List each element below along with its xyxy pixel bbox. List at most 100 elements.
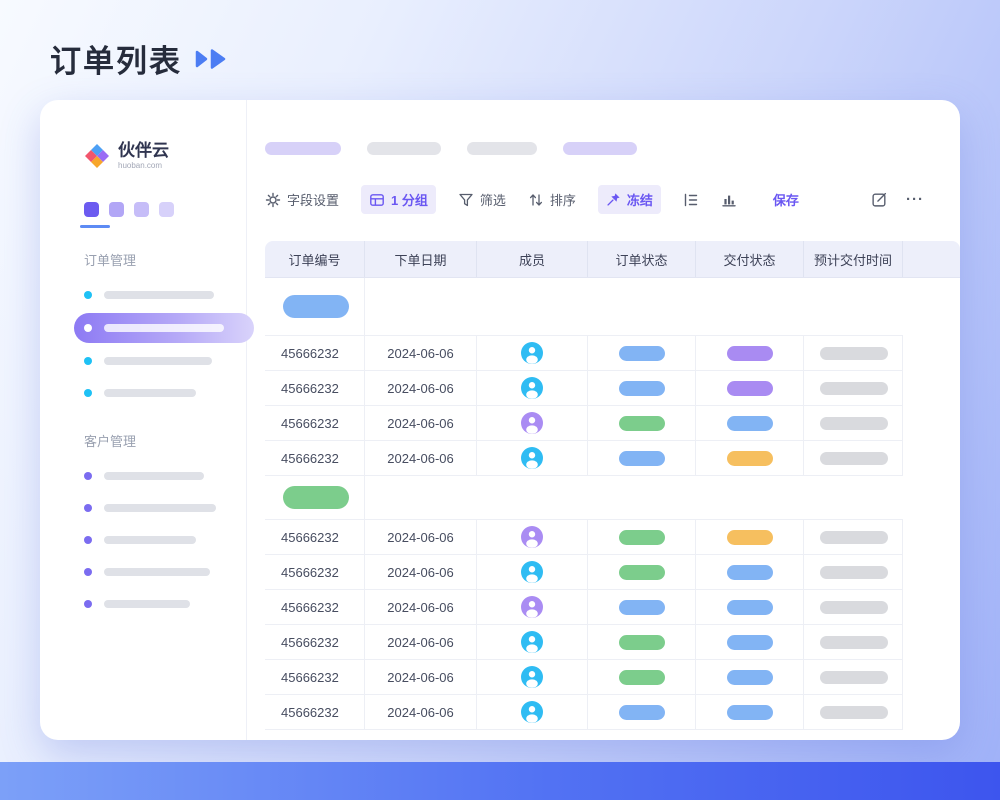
eta-skeleton-pill [820,347,888,360]
workspace-swatch-2[interactable] [109,202,124,217]
table-row[interactable]: 456662322024-06-06 [265,441,903,476]
group-label-pill[interactable] [283,486,349,509]
eta-skeleton-pill [820,531,888,544]
order-status-cell [588,555,696,589]
sidebar-item[interactable] [70,279,226,311]
table-row[interactable]: 456662322024-06-06 [265,590,903,625]
table-body: 456662322024-06-06456662322024-06-064566… [265,278,960,730]
column-header[interactable]: 下单日期 [365,241,477,277]
skeleton-text [104,568,210,576]
table-row[interactable]: 456662322024-06-06 [265,371,903,406]
order-status-pill [619,635,665,650]
skeleton-text [104,389,196,397]
member-cell [477,520,588,554]
sidebar-item[interactable] [70,345,226,377]
table-row[interactable]: 456662322024-06-06 [265,660,903,695]
sidebar-item[interactable] [70,460,226,492]
filter-button[interactable]: 筛选 [458,190,506,209]
column-header[interactable]: 订单状态 [588,241,696,277]
logo[interactable]: 伙伴云 huoban.com [84,142,226,170]
table-row[interactable]: 456662322024-06-06 [265,555,903,590]
save-button[interactable]: 保存 [773,190,799,209]
eta-cell [804,406,903,440]
group-header-row[interactable] [265,476,903,520]
sort-button[interactable]: 排序 [528,190,576,209]
app-window: 伙伴云 huoban.com 订单管理客户管理 字段设置 [40,100,960,740]
toolbar-right: ··· [871,191,924,208]
eta-cell [804,695,903,729]
column-header[interactable]: 成员 [477,241,588,277]
order-no-cell: 45666232 [265,336,365,370]
workspace-swatch-4[interactable] [159,202,174,217]
sidebar-item[interactable] [70,556,226,588]
delivery-status-cell [696,406,804,440]
page-title-text: 订单列表 [50,36,182,81]
group-button[interactable]: 1 分组 [361,185,436,214]
sidebar-item[interactable] [70,492,226,524]
table-row[interactable]: 456662322024-06-06 [265,336,903,371]
skeleton-pill [467,142,537,155]
group-label-pill[interactable] [283,295,349,318]
delivery-status-pill [727,670,773,685]
order-status-pill [619,565,665,580]
sidebar-section-label: 订单管理 [84,250,226,269]
order-no-cell: 45666232 [265,406,365,440]
sidebar-section: 订单管理 [70,250,226,409]
bullet-dot-icon [84,389,92,397]
delivery-status-pill [727,600,773,615]
order-status-pill [619,416,665,431]
order-status-pill [619,670,665,685]
group-header-row[interactable] [265,278,903,336]
more-button[interactable]: ··· [906,191,924,208]
gear-icon [265,192,281,208]
bullet-dot-icon [84,472,92,480]
sidebar-section-label: 客户管理 [84,431,226,450]
skeleton-text [104,536,196,544]
column-header[interactable]: 预计交付时间 [804,241,903,277]
huoban-logo-icon [84,143,110,169]
column-header[interactable]: 订单编号 [265,241,365,277]
field-settings-button[interactable]: 字段设置 [265,190,339,209]
workspace-swatch-1[interactable] [84,202,99,217]
table-row[interactable]: 456662322024-06-06 [265,695,903,730]
swatch-row [84,202,226,217]
table-row[interactable]: 456662322024-06-06 [265,520,903,555]
order-no-cell: 45666232 [265,590,365,624]
workspace-swatch-3[interactable] [134,202,149,217]
delivery-status-pill [727,565,773,580]
sidebar-item[interactable] [74,313,254,343]
column-header[interactable]: 交付状态 [696,241,804,277]
member-avatar-icon [521,666,543,688]
eta-cell [804,441,903,475]
field-settings-label: 字段设置 [287,190,339,209]
sidebar-item[interactable] [70,588,226,620]
delivery-status-cell [696,625,804,659]
delivery-status-cell [696,520,804,554]
freeze-button[interactable]: 冻结 [598,185,661,214]
sidebar-nav: 订单管理客户管理 [70,250,226,620]
eta-skeleton-pill [820,671,888,684]
delivery-status-cell [696,555,804,589]
table-row[interactable]: 456662322024-06-06 [265,625,903,660]
skeleton-text [104,600,190,608]
order-status-pill [619,600,665,615]
order-no-cell: 45666232 [265,371,365,405]
sidebar-item[interactable] [70,524,226,556]
sidebar-item[interactable] [70,377,226,409]
eta-skeleton-pill [820,636,888,649]
skeleton-text [104,324,224,332]
member-avatar-icon [521,412,543,434]
eta-skeleton-pill [820,417,888,430]
order-status-cell [588,441,696,475]
eta-cell [804,660,903,694]
member-avatar-icon [521,342,543,364]
edit-icon[interactable] [871,191,888,208]
table-row[interactable]: 456662322024-06-06 [265,406,903,441]
member-cell [477,555,588,589]
funnel-icon [458,192,474,208]
sort-arrows-icon [528,192,544,208]
chart-button[interactable] [721,192,737,208]
skeleton-pill [265,142,341,155]
order-status-cell [588,520,696,554]
row-height-button[interactable] [683,192,699,208]
